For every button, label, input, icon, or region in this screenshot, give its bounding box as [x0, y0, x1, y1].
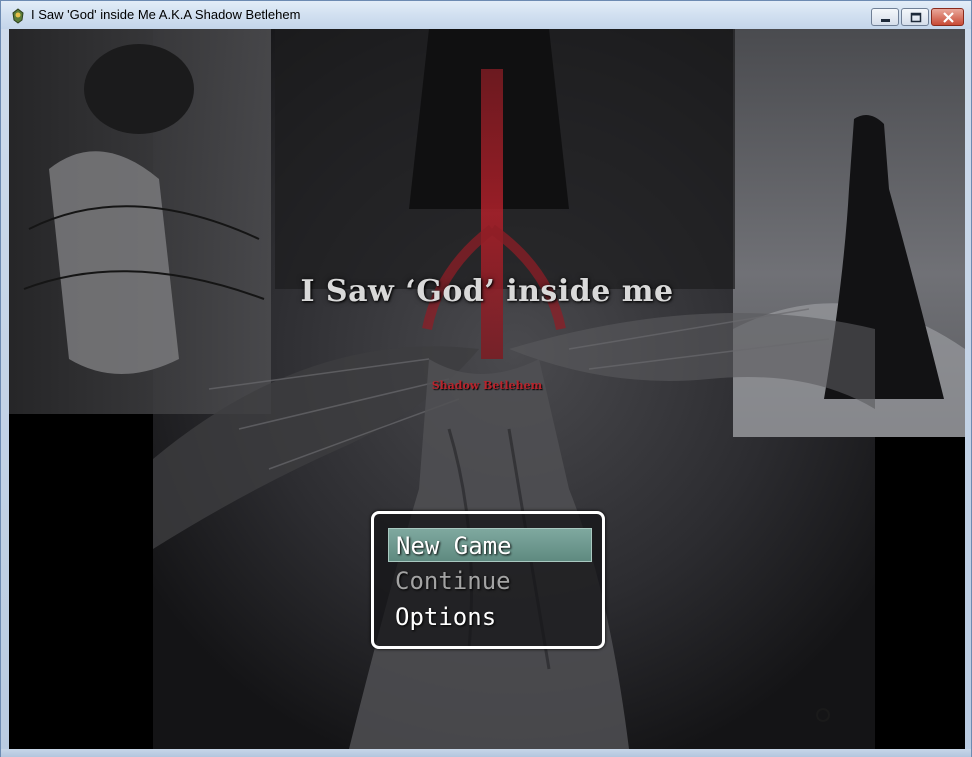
game-window: I Saw 'God' inside Me A.K.A Shadow Betle… — [0, 0, 972, 757]
maximize-button[interactable] — [901, 8, 929, 26]
title-bar[interactable]: I Saw 'God' inside Me A.K.A Shadow Betle… — [1, 1, 971, 29]
continue-option[interactable]: Continue — [388, 564, 592, 598]
window-bottom-border — [1, 749, 971, 757]
close-icon — [943, 12, 954, 23]
game-screen[interactable]: I Saw ‘God’ inside me Shadow Betlehem Ne… — [9, 29, 965, 749]
minimize-icon — [881, 19, 890, 22]
window-title: I Saw 'God' inside Me A.K.A Shadow Betle… — [31, 7, 301, 22]
close-button[interactable] — [931, 8, 964, 26]
game-app-icon — [12, 8, 24, 24]
new-game-option[interactable]: New Game — [388, 528, 592, 562]
minimize-button[interactable] — [871, 8, 899, 26]
title-menu: New Game Continue Options — [371, 511, 605, 649]
maximize-icon — [910, 12, 922, 23]
options-option[interactable]: Options — [388, 600, 592, 634]
game-title: I Saw ‘God’ inside me — [300, 274, 674, 309]
game-subtitle: Shadow Betlehem — [431, 379, 543, 392]
